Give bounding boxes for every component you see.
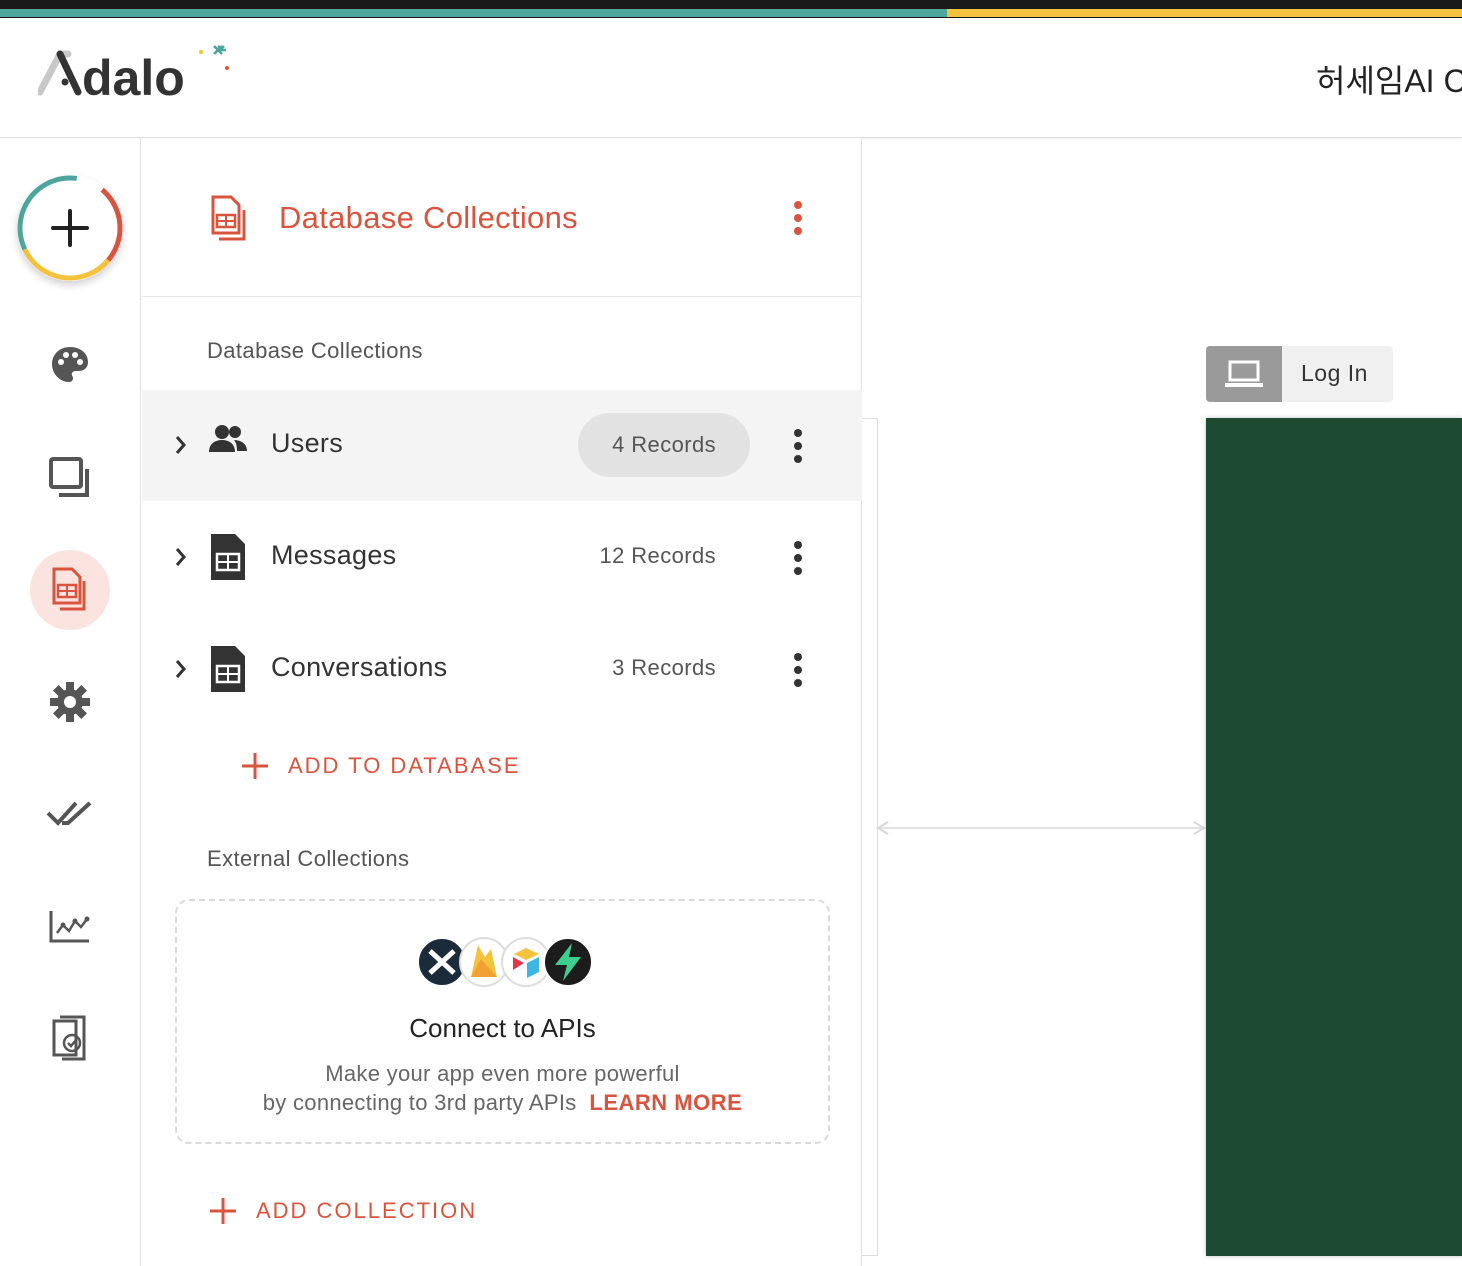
panel-title: Database Collections [279,200,578,235]
left-toolbar [0,138,141,1266]
add-collection-label: ADD COLLECTION [256,1198,478,1223]
external-desc-text: by connecting to 3rd party APIs [262,1090,577,1115]
db-section-label: Database Collections [207,338,423,363]
adalo-logo[interactable]: dalo [38,40,238,110]
svg-text:dalo: dalo [82,50,185,106]
strip-yellow [947,9,1462,17]
row-more-icon[interactable] [792,540,804,576]
spacing-guide-line [878,827,1204,829]
external-desc-line2: by connecting to 3rd party APIs LEARN MO… [177,1088,828,1117]
screens-icon[interactable] [30,438,110,518]
external-title: Connect to APIs [409,1013,596,1043]
add-to-database-label: ADD TO DATABASE [288,753,521,778]
screen-label: Log In [1301,360,1368,386]
arrow-right-icon [1193,821,1206,835]
chevron-right-icon[interactable] [174,546,188,568]
collection-table-icon [211,646,245,692]
records-count[interactable]: 12 Records [599,543,716,569]
panel-more-icon[interactable] [792,200,804,236]
settings-gear-icon[interactable] [30,662,110,742]
collection-row-messages[interactable]: Messages 12 Records [142,502,862,613]
collection-name: Messages [271,540,397,570]
ext-section-label: External Collections [207,846,410,871]
app-access-icon[interactable] [30,998,110,1078]
screen-title-tab[interactable]: Log In [1206,346,1393,402]
external-description: Make your app even more powerful by conn… [177,1059,828,1117]
add-component-button[interactable] [17,175,123,281]
top-header: dalo 허세임AI C [0,18,1462,138]
external-desc-line1: Make your app even more powerful [325,1061,680,1086]
chevron-right-icon[interactable] [174,658,188,680]
external-collections-card: Connect to APIs Make your app even more … [175,899,830,1144]
database-panel: Database Collections Database Collection… [142,138,862,1266]
collection-name: Conversations [271,652,448,682]
login-screen-preview[interactable] [1206,418,1462,1256]
top-progress-strip [0,0,1462,18]
database-collections-icon [211,195,246,241]
publish-double-check-icon[interactable] [30,774,110,854]
plus-icon [210,1198,236,1224]
learn-more-link[interactable]: LEARN MORE [589,1090,742,1115]
collection-table-icon [211,534,245,580]
records-count[interactable]: 3 Records [612,655,716,681]
analytics-chart-icon[interactable] [30,886,110,966]
row-more-icon[interactable] [792,652,804,688]
records-count-badge[interactable]: 4 Records [578,413,750,477]
add-to-database-button[interactable]: ADD TO DATABASE [240,751,521,781]
plus-icon [17,175,123,281]
plus-icon [242,753,268,779]
collection-name: Users [271,428,344,458]
api-provider-logos [417,937,593,987]
add-collection-button[interactable]: ADD COLLECTION [208,1196,477,1226]
canvas-screen-edge[interactable] [862,418,878,1256]
users-icon [209,425,247,452]
database-icon[interactable] [30,550,110,630]
collection-row-conversations[interactable]: Conversations 3 Records [142,614,862,725]
branding-palette-icon[interactable] [30,325,110,405]
panel-header: Database Collections [142,138,862,297]
app-name[interactable]: 허세임AI C [1316,56,1462,102]
laptop-icon [1206,346,1282,402]
chevron-right-icon[interactable] [174,434,188,456]
collection-row-users[interactable]: Users 4 Records [142,390,862,501]
row-more-icon[interactable] [792,428,804,464]
arrow-left-icon [876,821,889,835]
strip-teal [0,9,947,17]
